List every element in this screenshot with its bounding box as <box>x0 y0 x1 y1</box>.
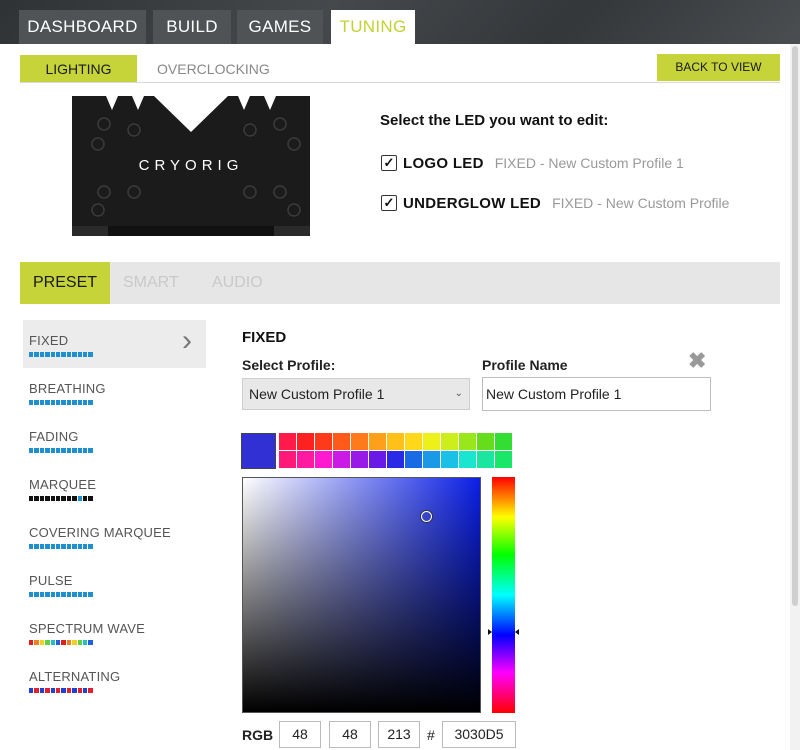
cooler-brand-logo: CRYORIG <box>139 157 244 174</box>
profile-select-value: New Custom Profile 1 <box>249 386 385 402</box>
chevron-down-icon: ⌄ <box>454 388 463 399</box>
led-section-title: Select the LED you want to edit: <box>380 112 609 129</box>
tab-tuning[interactable]: TUNING <box>331 10 415 44</box>
scrollbar[interactable] <box>790 44 800 750</box>
palette-color-swatch[interactable] <box>441 433 458 450</box>
effect-color-swatch <box>29 352 93 357</box>
palette-color-swatch[interactable] <box>423 451 440 468</box>
tab-games[interactable]: GAMES <box>237 10 323 44</box>
palette-color-swatch[interactable] <box>495 451 512 468</box>
palette-color-swatch[interactable] <box>423 433 440 450</box>
color-picker-handle[interactable] <box>421 511 432 522</box>
palette-color-swatch[interactable] <box>351 433 368 450</box>
back-to-view-button[interactable]: BACK TO VIEW <box>657 54 780 81</box>
effect-label: MARQUEE <box>29 477 97 492</box>
palette-color-swatch[interactable] <box>369 451 386 468</box>
hue-slider[interactable] <box>488 477 519 713</box>
effect-item[interactable]: PULSE <box>23 560 206 608</box>
tab-audio[interactable]: AUDIO <box>212 262 263 304</box>
hex-input[interactable]: 3030D5 <box>442 721 516 748</box>
palette-color-swatch[interactable] <box>351 451 368 468</box>
effect-color-swatch <box>29 592 93 597</box>
subtab-divider <box>20 82 780 83</box>
mode-tab-band: PRESET SMART AUDIO <box>20 262 780 304</box>
logo-led-checkbox[interactable]: ✓ <box>381 155 397 171</box>
effect-color-swatch <box>29 688 93 693</box>
palette-color-swatch[interactable] <box>369 433 386 450</box>
palette-color-swatch[interactable] <box>333 433 350 450</box>
palette-color-swatch[interactable] <box>387 451 404 468</box>
effect-title: FIXED <box>242 329 287 346</box>
effect-label: FADING <box>29 429 79 444</box>
effect-item[interactable]: BREATHING <box>23 368 206 416</box>
effect-item[interactable]: SPECTRUM WAVE <box>23 608 206 656</box>
effect-color-swatch <box>29 400 93 405</box>
palette-color-swatch[interactable] <box>405 433 422 450</box>
green-input[interactable]: 48 <box>329 721 371 748</box>
scrollbar-thumb[interactable] <box>792 46 798 606</box>
close-icon[interactable]: ✖ <box>688 350 706 372</box>
tab-preset[interactable]: PRESET <box>20 262 111 304</box>
top-nav-bar: DASHBOARD BUILD GAMES TUNING <box>0 0 800 44</box>
palette-color-swatch[interactable] <box>459 433 476 450</box>
rgb-label: RGB <box>242 727 274 743</box>
hue-slider-marker[interactable] <box>488 629 519 635</box>
effect-label: COVERING MARQUEE <box>29 525 171 540</box>
effect-label: BREATHING <box>29 381 106 396</box>
palette-color-swatch[interactable] <box>441 451 458 468</box>
chevron-right-icon: › <box>182 324 192 357</box>
palette-color-swatch[interactable] <box>315 433 332 450</box>
color-palette <box>279 433 512 468</box>
effect-item[interactable]: FIXED › <box>23 320 206 368</box>
tab-smart[interactable]: SMART <box>123 262 179 304</box>
palette-color-swatch[interactable] <box>315 451 332 468</box>
palette-color-swatch[interactable] <box>477 451 494 468</box>
profile-name-input[interactable] <box>482 377 711 411</box>
effect-color-swatch <box>29 640 93 645</box>
palette-color-swatch[interactable] <box>405 451 422 468</box>
red-input[interactable]: 48 <box>279 721 321 748</box>
cooler-image: CRYORIG <box>72 96 310 236</box>
effect-label: PULSE <box>29 573 73 588</box>
effect-color-swatch <box>29 448 93 453</box>
tab-build[interactable]: BUILD <box>153 10 231 44</box>
profile-name-label: Profile Name <box>482 357 568 373</box>
effect-item[interactable]: COVERING MARQUEE <box>23 512 206 560</box>
underglow-led-profile: FIXED - New Custom Profile <box>552 195 730 211</box>
effect-label: ALTERNATING <box>29 669 121 684</box>
color-saturation-value-picker[interactable] <box>242 477 481 713</box>
effect-item[interactable]: ALTERNATING <box>23 656 206 704</box>
effect-label: SPECTRUM WAVE <box>29 621 145 636</box>
effect-item[interactable]: FADING <box>23 416 206 464</box>
palette-color-swatch[interactable] <box>477 433 494 450</box>
logo-led-profile: FIXED - New Custom Profile 1 <box>494 155 684 171</box>
palette-color-swatch[interactable] <box>495 433 512 450</box>
palette-color-swatch[interactable] <box>459 451 476 468</box>
profile-select[interactable]: New Custom Profile 1 ⌄ <box>242 378 470 410</box>
palette-color-swatch[interactable] <box>333 451 350 468</box>
effect-color-swatch <box>29 544 93 549</box>
underglow-led-checkbox[interactable]: ✓ <box>381 195 397 211</box>
palette-color-swatch[interactable] <box>297 433 314 450</box>
effect-item[interactable]: MARQUEE <box>23 464 206 512</box>
palette-color-swatch[interactable] <box>279 433 296 450</box>
effect-color-swatch <box>29 496 93 501</box>
led-row-underglow: ✓ UNDERGLOW LED FIXED - New Custom Profi… <box>381 193 729 213</box>
current-color-swatch <box>241 433 276 469</box>
palette-color-swatch[interactable] <box>387 433 404 450</box>
effect-label: FIXED <box>29 333 69 348</box>
subtab-overclocking[interactable]: OVERCLOCKING <box>157 55 270 83</box>
blue-input[interactable]: 213 <box>378 721 420 748</box>
underglow-led-label: UNDERGLOW LED <box>403 194 542 212</box>
logo-led-label: LOGO LED <box>403 154 484 172</box>
subtab-lighting[interactable]: LIGHTING <box>20 55 137 83</box>
hex-hash-label: # <box>427 727 435 743</box>
select-profile-label: Select Profile: <box>242 357 336 373</box>
tab-dashboard[interactable]: DASHBOARD <box>19 10 146 44</box>
palette-color-swatch[interactable] <box>297 451 314 468</box>
palette-color-swatch[interactable] <box>279 451 296 468</box>
led-row-logo: ✓ LOGO LED FIXED - New Custom Profile 1 <box>381 153 684 173</box>
